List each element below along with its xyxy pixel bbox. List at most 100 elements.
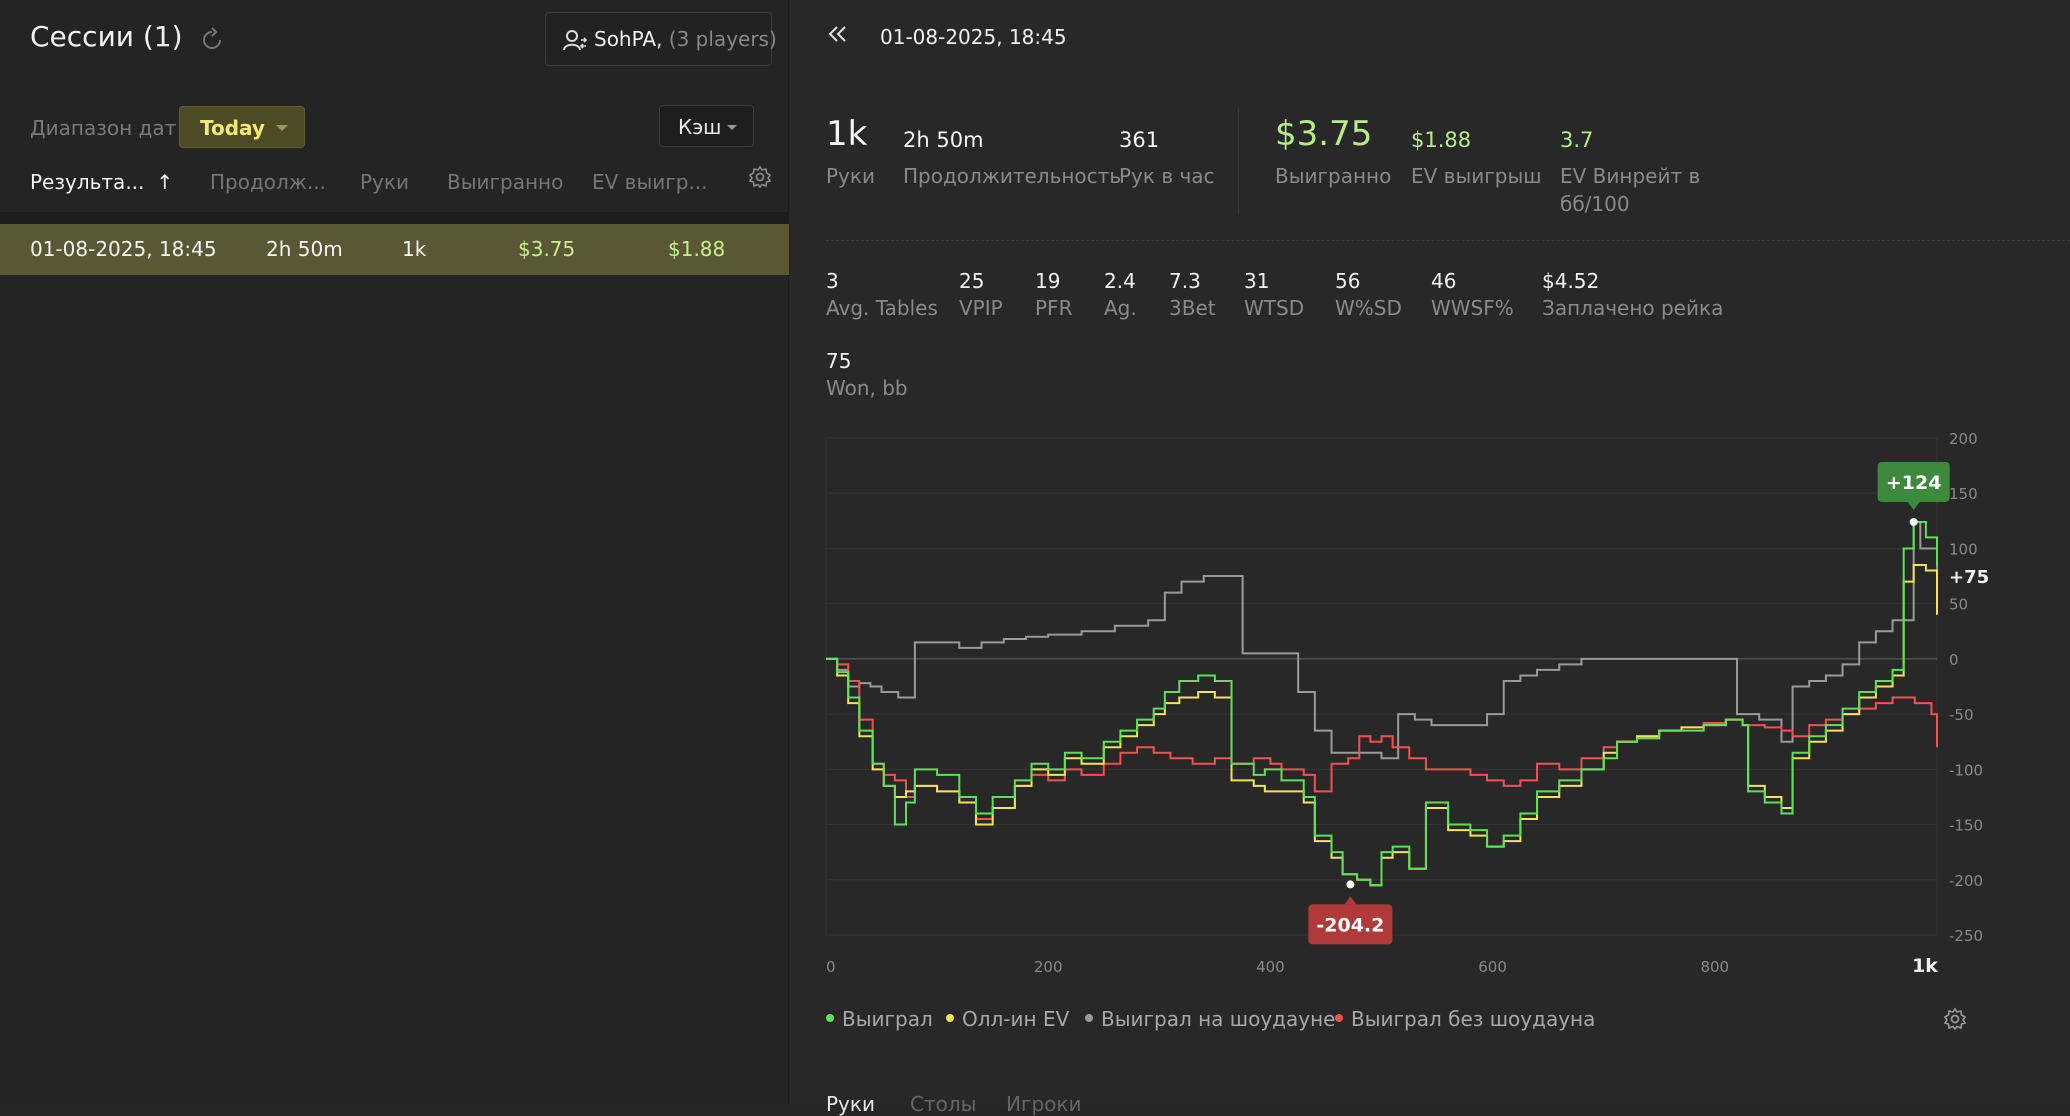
legend-allin-ev[interactable]: Олл-ин EV bbox=[946, 1007, 1069, 1031]
min-point-marker bbox=[1346, 880, 1355, 889]
legend-dot-non-showdown bbox=[1335, 1013, 1343, 1022]
sessions-title: Сессии (1) bbox=[30, 20, 183, 53]
y-tick-label: -150 bbox=[1949, 817, 1983, 835]
chart-settings-gear-icon[interactable] bbox=[1943, 1007, 1967, 1031]
y-tick-label: 100 bbox=[1949, 540, 1978, 558]
y-tick-label: -250 bbox=[1949, 927, 1983, 945]
series-line-0 bbox=[826, 520, 1938, 887]
game-type-value: Кэш bbox=[678, 115, 722, 139]
collapse-left-icon[interactable] bbox=[826, 22, 850, 46]
player-selector-button[interactable]: SohPA, (3 players) bbox=[545, 12, 777, 66]
legend-dot-allin-ev bbox=[946, 1013, 954, 1022]
y-tick-label: -200 bbox=[1949, 872, 1983, 890]
y-tick-label: 50 bbox=[1949, 596, 1968, 614]
user-switch-icon bbox=[563, 30, 588, 51]
stat-hands-label: Руки bbox=[826, 164, 875, 188]
table-row[interactable]: 01-08-2025, 18:45 2h 50m 1k $3.75 $1.88 bbox=[0, 224, 789, 275]
legend-dot-won bbox=[826, 1013, 834, 1022]
row-duration: 2h 50m bbox=[266, 237, 343, 261]
stat-vpip-label: VPIP bbox=[959, 296, 1003, 320]
chevron-down-icon bbox=[727, 125, 737, 130]
stat-hands-value: 1k bbox=[826, 114, 868, 154]
stat-won-value: $3.75 bbox=[1275, 114, 1373, 154]
game-type-dropdown[interactable]: Кэш bbox=[659, 105, 754, 147]
stat-won-bb-label: Won, bb bbox=[826, 376, 908, 400]
legend-won[interactable]: Выиграл bbox=[826, 1007, 933, 1031]
min-badge-pointer bbox=[1344, 896, 1357, 905]
sessions-panel: Сессии (1) SohPA, (3 players) Диапазон д… bbox=[0, 0, 789, 1105]
stat-vpip-value: 25 bbox=[959, 269, 985, 293]
sort-arrow-up-icon: ↑ bbox=[156, 170, 174, 194]
x-tick-label: 1k bbox=[1912, 955, 1938, 977]
x-tick-label: 0 bbox=[826, 958, 836, 976]
row-ev-won: $1.88 bbox=[668, 237, 726, 261]
stat-won-bb-value: 75 bbox=[826, 349, 852, 373]
tab-tables[interactable]: Столы bbox=[910, 1092, 976, 1116]
stat-avg-tables-label: Avg. Tables bbox=[826, 296, 938, 320]
player-name: SohPA, (3 players) bbox=[594, 27, 777, 51]
max-badge-pointer bbox=[1907, 501, 1920, 510]
date-range-label: Диапазон дат bbox=[30, 116, 177, 140]
column-header-won[interactable]: Выигранно bbox=[447, 170, 563, 194]
column-header-result[interactable]: Результа... ↑ bbox=[30, 170, 173, 194]
stat-pfr-label: PFR bbox=[1035, 296, 1073, 320]
stat-ev-winrate-unit: бб/100 bbox=[1560, 192, 1630, 216]
column-header-duration[interactable]: Продолж... bbox=[210, 170, 326, 194]
row-date: 01-08-2025, 18:45 bbox=[30, 237, 217, 261]
legend-dot-showdown bbox=[1085, 1013, 1093, 1022]
row-hands: 1k bbox=[402, 237, 427, 261]
x-tick-label: 600 bbox=[1478, 958, 1507, 976]
stat-ag-label: Ag. bbox=[1104, 296, 1137, 320]
session-date: 01-08-2025, 18:45 bbox=[880, 25, 1067, 49]
stat-wtsd-value: 31 bbox=[1244, 269, 1270, 293]
tab-hands[interactable]: Руки bbox=[826, 1092, 875, 1116]
y-tick-label: -100 bbox=[1949, 761, 1983, 779]
x-tick-label: 200 bbox=[1034, 958, 1063, 976]
min-label: -204.2 bbox=[1316, 914, 1384, 936]
stat-3bet-label: 3Bet bbox=[1169, 296, 1216, 320]
stat-pfr-value: 19 bbox=[1035, 269, 1061, 293]
y-tick-label: 150 bbox=[1949, 485, 1978, 503]
max-label: +124 bbox=[1886, 472, 1942, 494]
stat-ev-won-label: EV выигрыш bbox=[1411, 164, 1542, 188]
session-detail-panel: 01-08-2025, 18:45 1k Руки 2h 50m Продолж… bbox=[790, 0, 2070, 1116]
y-tick-label: 200 bbox=[1949, 430, 1978, 448]
legend-showdown[interactable]: Выиграл на шоудауне bbox=[1085, 1007, 1335, 1031]
y-tick-label: -50 bbox=[1949, 706, 1974, 724]
max-point-marker bbox=[1909, 517, 1918, 526]
series-line-1 bbox=[826, 564, 1938, 887]
stat-wsd-value: 56 bbox=[1335, 269, 1361, 293]
x-tick-label: 800 bbox=[1700, 958, 1729, 976]
legend-non-showdown[interactable]: Выиграл без шоудауна bbox=[1335, 1007, 1595, 1031]
stat-hands-per-hour-label: Рук в час bbox=[1119, 164, 1215, 188]
stat-3bet-value: 7.3 bbox=[1169, 269, 1201, 293]
stat-duration-label: Продолжительность bbox=[903, 164, 1122, 188]
stat-won-label: Выигранно bbox=[1275, 164, 1392, 188]
stat-ev-winrate-value: 3.7 bbox=[1560, 128, 1594, 152]
column-header-ev-won[interactable]: EV выигр... bbox=[592, 170, 708, 194]
column-header-hands[interactable]: Руки bbox=[360, 170, 409, 194]
header-separator bbox=[0, 212, 789, 224]
stat-rake-value: $4.52 bbox=[1542, 269, 1600, 293]
stat-wsd-label: W%SD bbox=[1335, 296, 1402, 320]
stat-wwsf-value: 46 bbox=[1431, 269, 1457, 293]
tab-players[interactable]: Игроки bbox=[1006, 1092, 1081, 1116]
stat-hands-per-hour-value: 361 bbox=[1119, 128, 1160, 152]
stats-separator bbox=[826, 240, 2070, 241]
x-tick-label: 400 bbox=[1256, 958, 1285, 976]
player-count: (3 players) bbox=[662, 27, 777, 51]
end-value-label: +75 bbox=[1949, 567, 1989, 588]
stat-ag-value: 2.4 bbox=[1104, 269, 1136, 293]
stat-wtsd-label: WTSD bbox=[1244, 296, 1305, 320]
session-results-chart: 200 150 100 50 0 -50 -100 -150 -200 -250 0 200 400 60… bbox=[825, 430, 1989, 977]
chevron-down-icon bbox=[276, 125, 288, 131]
series-line-3 bbox=[826, 657, 1938, 821]
series-line-2 bbox=[826, 520, 1938, 760]
gear-icon[interactable] bbox=[748, 165, 772, 189]
stat-wwsf-label: WWSF% bbox=[1431, 296, 1514, 320]
row-won: $3.75 bbox=[518, 237, 576, 261]
stat-rake-label: Заплачено рейка bbox=[1542, 296, 1724, 320]
date-range-dropdown[interactable]: Today bbox=[179, 106, 305, 148]
stat-ev-winrate-label: EV Винрейт в bbox=[1560, 164, 1701, 188]
refresh-icon[interactable] bbox=[198, 26, 226, 54]
